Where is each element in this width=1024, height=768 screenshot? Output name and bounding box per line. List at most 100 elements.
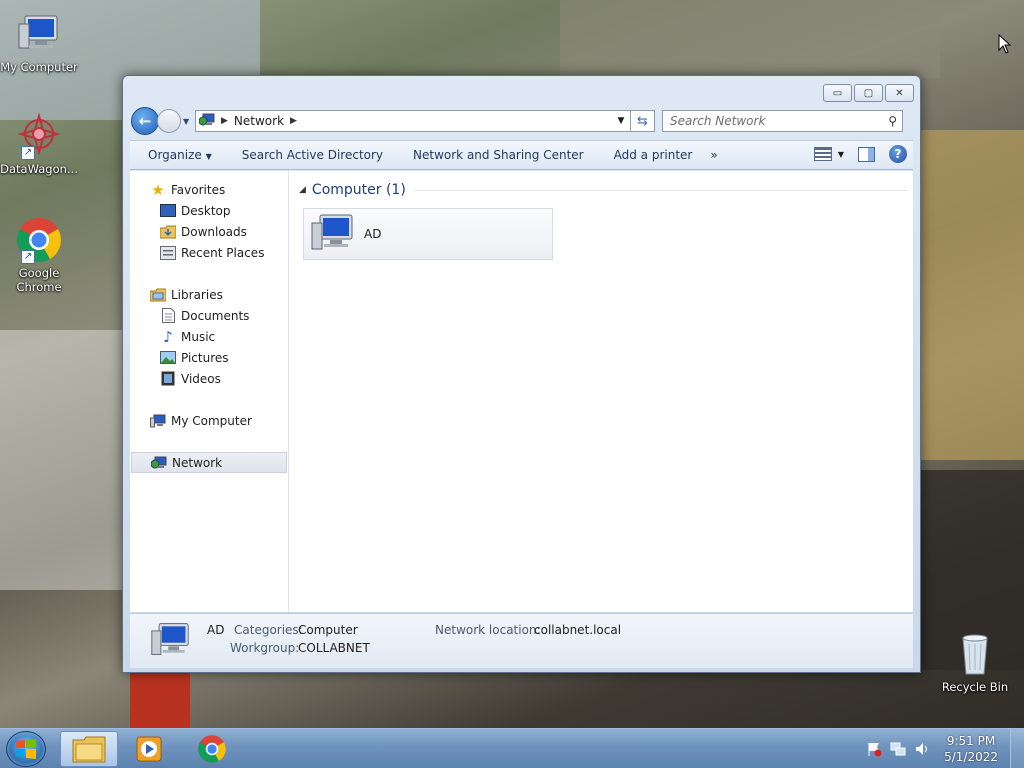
desktop-icon-google-chrome[interactable]: ↗ Google Chrome (0, 216, 78, 294)
refresh-icon: ⇆ (637, 113, 648, 129)
nav-label: Pictures (181, 350, 229, 365)
mouse-cursor-icon (998, 34, 1012, 54)
nav-label: Network (172, 455, 223, 470)
nav-libraries[interactable]: Libraries (130, 284, 288, 305)
computer-icon (15, 10, 63, 58)
show-desktop-button[interactable] (1010, 729, 1024, 768)
system-tray: 9:51 PM 5/1/2022 (866, 729, 1024, 768)
chrome-icon: ↗ (15, 216, 63, 264)
minimize-button[interactable]: ▭ (823, 84, 852, 102)
desktop-icon-label: Recycle Bin (941, 680, 1009, 694)
nav-label: Recent Places (181, 245, 265, 260)
downloads-folder-icon (160, 225, 176, 239)
search-active-directory-button[interactable]: Search Active Directory (242, 148, 383, 162)
address-dropdown-icon[interactable]: ▼ (612, 111, 630, 131)
chrome-icon (198, 735, 226, 763)
details-item-name: AD (207, 623, 225, 637)
nav-documents[interactable]: Documents (130, 305, 288, 326)
windows-logo-icon (16, 739, 36, 759)
computer-tile-ad[interactable]: AD (303, 208, 553, 260)
navigation-pane: ★ Favorites Desktop Downloads Recent Plac… (130, 171, 289, 612)
explorer-window[interactable]: ▭ ▢ ✕ ← ▼ ▶ Network ▶ ▼ ⇆ ⚲ Organize ▼ S… (122, 75, 921, 673)
start-button[interactable] (6, 731, 46, 767)
details-workgroup-label: Workgroup: (230, 641, 300, 655)
breadcrumb-separator-icon[interactable]: ▶ (221, 116, 228, 126)
file-list: ◢ Computer (1) AD (289, 171, 913, 612)
computer-icon (148, 620, 192, 663)
desktop-icon-label: Google Chrome (16, 266, 62, 294)
search-box[interactable]: ⚲ (662, 110, 903, 132)
pictures-icon (160, 351, 176, 365)
add-printer-button[interactable]: Add a printer (614, 148, 693, 162)
folder-icon (72, 736, 106, 763)
change-view-button[interactable]: ▼ (813, 147, 844, 161)
shortcut-arrow-icon: ↗ (21, 146, 35, 160)
forward-button[interactable] (157, 109, 181, 133)
chevron-down-icon: ▼ (205, 152, 212, 161)
recent-pages-button[interactable]: ▼ (183, 117, 193, 126)
recycle-bin-icon (951, 630, 999, 678)
computer-icon (308, 211, 356, 258)
collapse-triangle-icon[interactable]: ◢ (299, 185, 306, 195)
taskbar-media-player-button[interactable] (120, 731, 178, 767)
address-bar[interactable]: ▶ Network ▶ ▼ (195, 110, 631, 132)
group-header-computer[interactable]: ◢ Computer (1) (299, 179, 907, 201)
videos-icon (160, 371, 176, 386)
breadcrumb-separator-icon[interactable]: ▶ (290, 116, 297, 126)
preview-pane-icon[interactable] (858, 146, 875, 162)
network-tray-icon[interactable] (890, 741, 906, 757)
nav-label: Documents (181, 308, 250, 323)
taskbar: 9:51 PM 5/1/2022 (0, 728, 1024, 768)
network-sharing-center-button[interactable]: Network and Sharing Center (413, 148, 584, 162)
wallpaper-gold (920, 130, 1024, 460)
refresh-button[interactable]: ⇆ (631, 110, 655, 132)
search-icon[interactable]: ⚲ (888, 114, 897, 128)
nav-label: Desktop (181, 203, 231, 218)
desktop-icon-recycle-bin[interactable]: Recycle Bin (936, 630, 1014, 694)
wallpaper-red (130, 670, 190, 730)
nav-music[interactable]: ♪ Music (130, 326, 288, 347)
taskbar-explorer-button[interactable] (60, 731, 118, 767)
details-categories-value: Computer (298, 623, 358, 637)
nav-label: My Computer (171, 413, 252, 428)
nav-desktop[interactable]: Desktop (130, 200, 288, 221)
star-icon: ★ (151, 180, 165, 199)
help-icon[interactable]: ? (889, 145, 907, 163)
clock[interactable]: 9:51 PM 5/1/2022 (944, 733, 998, 765)
desktop-icon-datawagon[interactable]: ↗ DataWagon... (0, 112, 78, 176)
organize-menu[interactable]: Organize ▼ (148, 148, 212, 162)
action-center-flag-icon[interactable] (866, 741, 882, 757)
nav-downloads[interactable]: Downloads (130, 221, 288, 242)
volume-icon[interactable] (914, 741, 930, 757)
more-commands-button[interactable]: » (710, 148, 717, 162)
close-button[interactable]: ✕ (885, 84, 914, 102)
group-divider (413, 189, 907, 191)
organize-label: Organize (148, 148, 202, 162)
desktop-icon-label: My Computer (0, 60, 78, 74)
view-icon (813, 147, 832, 161)
libraries-icon (150, 288, 166, 302)
nav-pictures[interactable]: Pictures (130, 347, 288, 368)
close-icon: ✕ (895, 87, 904, 99)
explorer-content: ★ Favorites Desktop Downloads Recent Plac… (130, 171, 913, 612)
maximize-icon: ▢ (863, 87, 874, 99)
desktop-icon-my-computer[interactable]: My Computer (0, 10, 78, 74)
window-controls: ▭ ▢ ✕ (823, 84, 914, 102)
taskbar-chrome-button[interactable] (183, 731, 241, 767)
details-location-value: collabnet.local (534, 623, 622, 637)
nav-network[interactable]: Network (131, 452, 287, 473)
nav-my-computer[interactable]: My Computer (130, 410, 288, 431)
back-button[interactable]: ← (131, 107, 159, 135)
nav-label: Libraries (171, 287, 223, 302)
breadcrumb-network[interactable]: Network (234, 114, 284, 128)
nav-recent-places[interactable]: Recent Places (130, 242, 288, 263)
nav-videos[interactable]: Videos (130, 368, 288, 389)
nav-label: Favorites (171, 182, 226, 197)
media-player-icon (136, 736, 162, 762)
nav-label: Music (181, 329, 216, 344)
maximize-button[interactable]: ▢ (854, 84, 883, 102)
minimize-icon: ▭ (832, 87, 843, 99)
search-input[interactable] (670, 114, 870, 128)
nav-favorites[interactable]: ★ Favorites (130, 179, 288, 200)
navigation-bar: ← ▼ ▶ Network ▶ ▼ ⇆ ⚲ (131, 107, 912, 135)
